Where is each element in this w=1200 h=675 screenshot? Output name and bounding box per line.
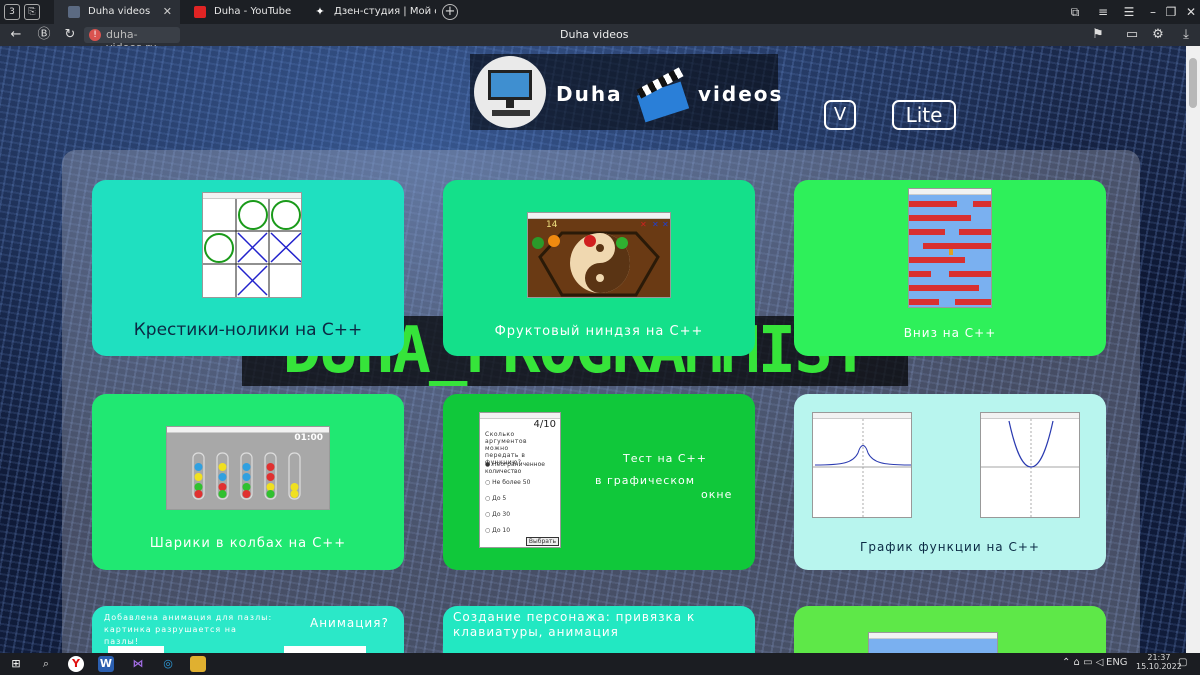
quiz-option[interactable]: ○ Не более 50 <box>485 479 530 486</box>
card-screenshot <box>868 632 998 653</box>
card-title: Шарики в колбах на С++ <box>149 536 347 551</box>
down-game-screenshot <box>908 188 992 308</box>
card-balls-flasks[interactable]: 01:00 Шарики в колбах на С++ <box>92 394 404 570</box>
card-subtitle: в графическом <box>595 474 696 487</box>
maximize-icon[interactable]: ❐ <box>1160 0 1182 24</box>
notifications-icon[interactable]: ▢ <box>1178 657 1187 668</box>
card-function-graph[interactable]: График функции на С++ <box>794 394 1106 570</box>
clock[interactable]: 21:37 15.10.2022 <box>1136 653 1182 671</box>
card-fruit-ninja[interactable]: 14 ✕ ✕ ✕ Фруктовый ниндзя на С++ <box>443 180 755 356</box>
visual-studio-icon[interactable]: ⋈ <box>130 656 146 672</box>
tab-duha-videos[interactable]: Duha videos ✕ <box>54 0 180 24</box>
dzen-icon: ✦ <box>315 5 325 18</box>
svg-text:✕: ✕ <box>662 220 669 229</box>
yandex-browser-icon[interactable]: Y <box>68 656 84 672</box>
page-scrollbar[interactable] <box>1186 46 1200 653</box>
logo-videos[interactable]: videos <box>698 82 783 106</box>
bookmark-icon[interactable]: ⚑ <box>1090 27 1106 43</box>
page-title: Duha videos <box>560 28 629 41</box>
url-field[interactable]: ! duha-videos.ru <box>84 27 180 54</box>
quiz-option[interactable]: ● Неограниченное количество <box>485 461 555 475</box>
file-explorer-icon[interactable] <box>190 656 206 672</box>
protect-icon[interactable]: Ⓑ <box>36 27 52 43</box>
tab-duha-youtube[interactable]: Duha - YouTube <box>180 0 306 24</box>
puzzle-preview <box>108 646 164 653</box>
graph-screenshot-2 <box>980 412 1080 518</box>
card-test[interactable]: 4/10 Сколько аргументов можно передать в… <box>443 394 755 570</box>
extensions-icon[interactable]: ⚙ <box>1150 27 1166 43</box>
quiz-select-button[interactable]: Выбрать <box>525 537 559 546</box>
quiz-option[interactable]: ○ До 10 <box>485 527 510 534</box>
address-bar: ← Ⓑ ↻ ! duha-videos.ru Duha videos ⚑ ▭ ⚙… <box>0 24 1200 54</box>
quiz-option[interactable]: ○ До 5 <box>485 495 506 502</box>
download-icon[interactable]: ⤓ <box>1178 27 1194 43</box>
card-puzzle-animation[interactable]: Добавлена анимация для пазлы: картинка р… <box>92 606 404 653</box>
card-title: Крестики-нолики на С++ <box>133 320 363 340</box>
card-down[interactable]: Вниз на С++ <box>794 180 1106 356</box>
tic-tac-toe-screenshot <box>202 192 302 298</box>
graph-screenshot-1 <box>812 412 912 518</box>
language-indicator[interactable]: ENG <box>1106 657 1128 668</box>
svg-text:✕: ✕ <box>640 220 647 229</box>
window-pin-icon[interactable]: ⧉ <box>1064 0 1086 24</box>
v-button[interactable]: V <box>824 100 856 130</box>
warning-icon: ! <box>89 29 101 41</box>
edge-icon[interactable]: ◎ <box>160 656 176 672</box>
battery-icon[interactable]: ▭ <box>1124 27 1140 43</box>
fruit-ninja-screenshot: 14 ✕ ✕ ✕ <box>527 212 671 298</box>
logo-duha[interactable]: Duha <box>556 82 623 106</box>
tray-icons[interactable]: ⌃ ⌂ ▭ ◁ <box>1062 657 1103 668</box>
clapperboard-icon <box>636 67 690 123</box>
lite-button[interactable]: Lite <box>892 100 956 130</box>
card-character-creation[interactable]: Создание персонажа: привязка к клавиатур… <box>443 606 755 653</box>
quiz-screenshot: 4/10 Сколько аргументов можно передать в… <box>479 412 561 548</box>
browser-tab-bar: 3 ⎘ Duha videos ✕ Duha - YouTube ✦ Дзен-… <box>0 0 1200 24</box>
youtube-icon <box>194 6 206 18</box>
card-title: График функции на С++ <box>860 540 1040 554</box>
card-title: Фруктовый ниндзя на С++ <box>494 324 704 339</box>
tab-dzen-studio[interactable]: ✦ Дзен-студия | Мой сайт Du <box>300 0 436 24</box>
tab-count-icon[interactable]: 3 <box>4 4 20 20</box>
quiz-option[interactable]: ○ До 30 <box>485 511 510 518</box>
card-subtitle: окне <box>701 488 733 501</box>
taskbar: ⊞ ⌕ Y W ⋈ ◎ ⌃ ⌂ ▭ ◁ ENG 21:37 15.10.2022… <box>0 653 1200 675</box>
menu-icon[interactable]: ☰ <box>1118 0 1140 24</box>
card-tic-tac-toe[interactable]: Крестики-нолики на С++ <box>92 180 404 356</box>
puzzle-preview <box>284 646 366 653</box>
page-content: Duha videos V Lite DUHA_PROGRAMMIST Крес… <box>0 46 1200 653</box>
card-title: Тест на С++ <box>623 452 707 465</box>
card-unknown[interactable] <box>794 606 1106 653</box>
new-tab-button[interactable]: + <box>442 4 458 20</box>
computer-logo-icon[interactable] <box>474 56 546 128</box>
back-icon[interactable]: ← <box>8 27 24 43</box>
card-title: Вниз на С++ <box>903 326 997 340</box>
svg-text:✕: ✕ <box>652 220 659 229</box>
word-icon[interactable]: W <box>98 656 114 672</box>
site-favicon-icon <box>68 6 80 18</box>
balls-flasks-screenshot: 01:00 <box>166 426 330 510</box>
search-icon[interactable]: ⌕ <box>38 656 54 672</box>
reload-icon[interactable]: ↻ <box>62 27 78 43</box>
bookmarks-icon[interactable]: ≡ <box>1092 0 1114 24</box>
close-window-icon[interactable]: ✕ <box>1180 0 1200 24</box>
collections-icon[interactable]: ⎘ <box>24 4 40 20</box>
windows-start-icon[interactable]: ⊞ <box>8 656 24 672</box>
close-tab-icon[interactable]: ✕ <box>163 0 172 24</box>
